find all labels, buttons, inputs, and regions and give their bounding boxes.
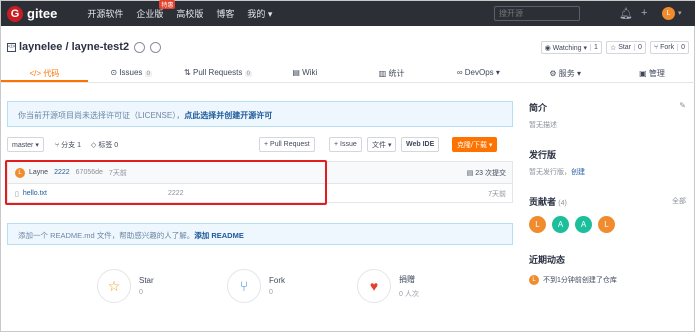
chevron-down-icon[interactable]: ▾ [678, 9, 682, 17]
branches-link[interactable]: ⑂ 分支 1 [55, 140, 81, 150]
issues-icon: ⊙ [110, 68, 118, 77]
top-navbar: G gitee 开源软件 企业版特惠 高校版 博客 我的 ▾ 🔔︎ + L ▾ [1, 0, 695, 26]
pull-request-icon: ⇅ [184, 68, 191, 77]
file-time: 7天前 [488, 190, 506, 198]
tag-icon: ◇ [91, 142, 97, 149]
stat-fork[interactable]: ⑂ Fork 0 [227, 269, 285, 303]
watch-button[interactable]: ◉ Watching ▾ 1 [540, 41, 602, 54]
activity-text: 不到1分钟前创建了仓库 [543, 277, 617, 284]
tab-wiki[interactable]: ▤ Wiki [261, 63, 348, 82]
license-notice: 你当前开源项目尚未选择许可证（LICENSE），点此选择并创建开源许可 [7, 101, 513, 127]
document-icon: ▤ [466, 169, 474, 177]
branch-select[interactable]: master ▾ [7, 137, 44, 152]
license-create-link[interactable]: 点此选择并创建开源许可 [184, 111, 272, 120]
infinity-icon: ∞ [456, 68, 463, 77]
contributor-avatar[interactable]: A [575, 216, 592, 233]
nav-enterprise[interactable]: 企业版 特惠 [136, 0, 176, 20]
manage-icon: ▣ [639, 69, 647, 78]
nav-mine[interactable]: 我的 ▾ [247, 7, 272, 20]
sync-icon[interactable] [134, 41, 146, 53]
services-icon: ⚙ [549, 69, 557, 78]
commit-count[interactable]: ▤ 23 次提交 [467, 168, 506, 178]
user-avatar[interactable]: L [662, 7, 675, 20]
eye-icon: ◉ [544, 44, 551, 52]
repo-stats: ☆ Star 0 ⑂ Fork 0 ♥ 捐赠 0 人次 [7, 269, 513, 309]
issue-button[interactable]: + Issue [329, 137, 362, 152]
repo-toolbar: master ▾ ⑂ 分支 1 ◇ 标签 0 + Pull Request + … [7, 137, 513, 153]
promo-badge: 特惠 [159, 0, 176, 9]
star-icon: ☆ [609, 44, 617, 52]
sidebar: 简介 ✎ 暂无描述 发行版 暂无发行版，创建 贡献者 (4) 全部 L A A … [529, 101, 689, 285]
create-release-link[interactable]: 创建 [571, 169, 585, 176]
repo-tabs: </> 代码 ⊙ Issues 0 ⇅ Pull Requests 0 ▤ Wi… [1, 63, 695, 83]
pull-request-button[interactable]: + Pull Request [259, 137, 315, 152]
repo-icon: </> [7, 42, 16, 52]
repo-header: </> laynelee / layne-test2 [7, 41, 162, 53]
nav-open-source[interactable]: 开源软件 [87, 7, 123, 20]
donate-icon: ♥ [357, 269, 391, 303]
fork-icon: ⑂ [227, 269, 261, 303]
gitee-logo[interactable]: G gitee [7, 5, 58, 22]
contributors-all-link[interactable]: 全部 [672, 196, 686, 206]
activity-avatar[interactable]: L [529, 275, 539, 285]
tags-link[interactable]: ◇ 标签 0 [91, 140, 118, 150]
branch-icon: ⑂ [55, 142, 60, 149]
intro-title: 简介 [529, 103, 548, 113]
tab-issues[interactable]: ⊙ Issues 0 [88, 63, 175, 82]
stat-donate[interactable]: ♥ 捐赠 0 人次 [357, 269, 419, 303]
tab-services[interactable]: ⚙ 服务 ▾ [522, 63, 609, 82]
repo-title[interactable]: laynelee / layne-test2 [19, 41, 129, 53]
edit-icon[interactable]: ✎ [679, 101, 686, 110]
clone-download-button[interactable]: 克隆/下载 ▾ [452, 137, 498, 152]
star-button[interactable]: ☆ Star 0 [605, 41, 646, 54]
settings-icon[interactable] [150, 41, 162, 53]
stat-star[interactable]: ☆ Star 0 [97, 269, 154, 303]
contributor-avatar[interactable]: A [552, 216, 569, 233]
tab-code[interactable]: </> 代码 [1, 63, 88, 82]
release-title: 发行版 [529, 150, 557, 160]
fork-button[interactable]: ⑂ Fork 0 [649, 41, 689, 54]
tab-stats[interactable]: ▥ 统计 [348, 63, 435, 82]
contributors-title: 贡献者 [529, 197, 557, 207]
search-input[interactable] [494, 6, 580, 21]
file-menu-button[interactable]: 文件 ▾ [367, 137, 397, 152]
webide-button[interactable]: Web IDE [401, 137, 440, 152]
bell-icon[interactable]: 🔔︎ [619, 7, 633, 20]
nav-education[interactable]: 高校版 [176, 7, 203, 20]
chart-icon: ▥ [378, 69, 387, 78]
intro-text: 暂无描述 [529, 122, 557, 129]
tab-pull-requests[interactable]: ⇅ Pull Requests 0 [175, 63, 262, 82]
star-icon: ☆ [97, 269, 131, 303]
tab-devops[interactable]: ∞ DevOps ▾ [435, 63, 522, 82]
highlight-box [5, 160, 327, 205]
contributor-avatar[interactable]: L [529, 216, 546, 233]
contributor-avatar[interactable]: L [598, 216, 615, 233]
activity-title: 近期动态 [529, 255, 566, 265]
contributors-count: (4) [558, 200, 567, 207]
nav-blog[interactable]: 博客 [216, 7, 234, 20]
gitee-logo-text: gitee [27, 6, 58, 21]
fork-icon: ⑂ [653, 44, 659, 51]
gitee-logo-icon: G [7, 5, 23, 22]
readme-notice: 添加一个 README.md 文件，帮助感兴趣的人了解。添加 README [7, 223, 513, 245]
tab-manage[interactable]: ▣ 管理 [609, 63, 695, 82]
add-readme-link[interactable]: 添加 README [194, 231, 244, 240]
wiki-icon: ▤ [292, 68, 300, 77]
activity-item: L 不到1分钟前创建了仓库 [529, 275, 689, 285]
plus-icon[interactable]: + [641, 7, 647, 19]
contributor-list: L A A L [529, 216, 689, 233]
